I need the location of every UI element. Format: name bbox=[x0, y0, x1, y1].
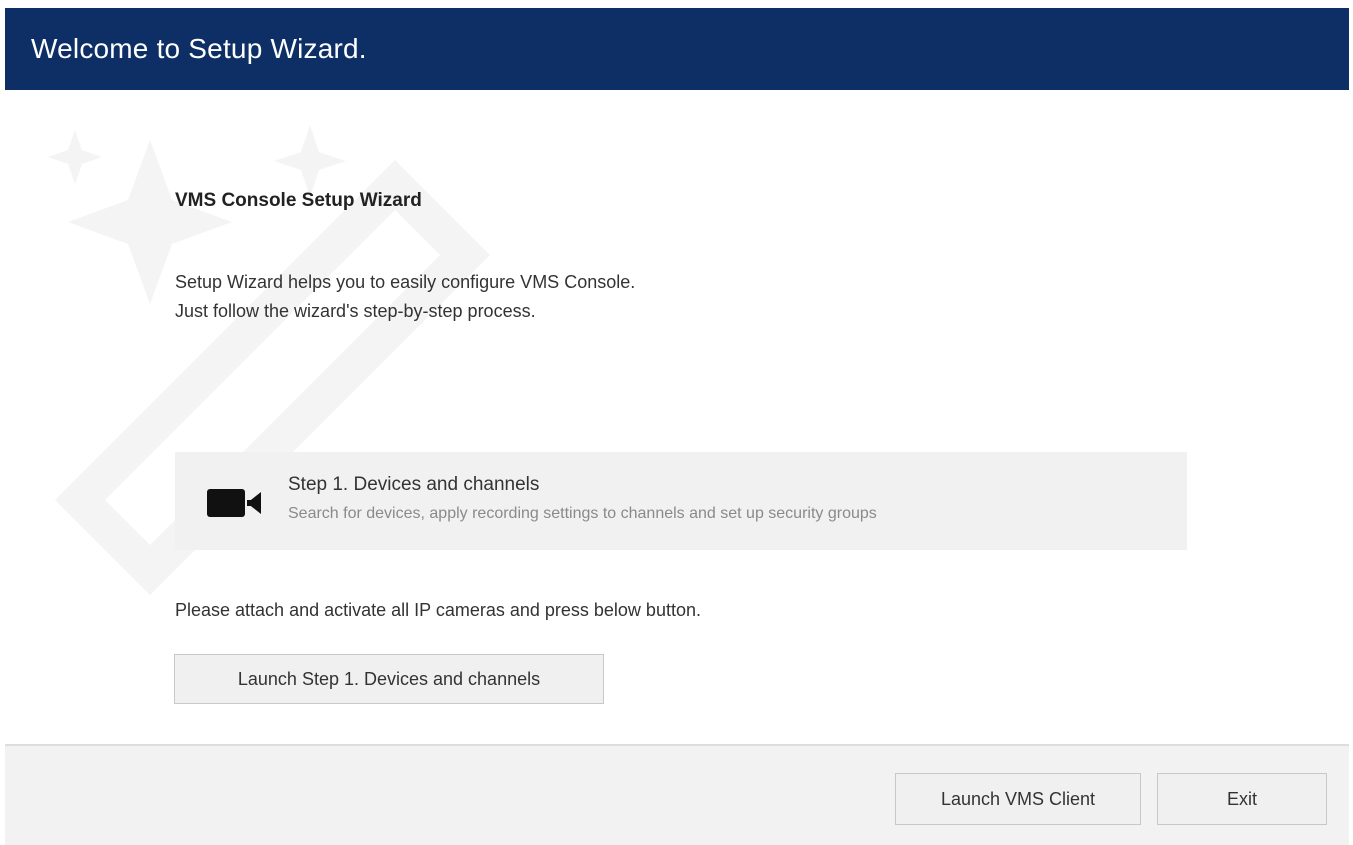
wizard-content: VMS Console Setup Wizard Setup Wizard he… bbox=[0, 90, 1353, 744]
intro-line-2: Just follow the wizard's step-by-step pr… bbox=[175, 301, 536, 321]
step-1-card: Step 1. Devices and channels Search for … bbox=[175, 452, 1187, 550]
step-description: Search for devices, apply recording sett… bbox=[288, 505, 877, 522]
setup-wizard-window: Welcome to Setup Wizard. VMS Console Set… bbox=[0, 0, 1353, 845]
launch-step-1-button[interactable]: Launch Step 1. Devices and channels bbox=[174, 654, 604, 704]
window-title: Welcome to Setup Wizard. bbox=[31, 33, 367, 64]
launch-vms-client-button[interactable]: Launch VMS Client bbox=[895, 773, 1141, 825]
video-camera-icon bbox=[207, 489, 261, 517]
instruction-text: Please attach and activate all IP camera… bbox=[175, 600, 701, 620]
page-heading: VMS Console Setup Wizard bbox=[175, 190, 422, 211]
exit-button[interactable]: Exit bbox=[1157, 773, 1327, 825]
title-bar: Welcome to Setup Wizard. bbox=[5, 8, 1349, 90]
footer-bar: Launch VMS Client Exit bbox=[5, 744, 1349, 845]
step-title: Step 1. Devices and channels bbox=[288, 474, 540, 495]
intro-text: Setup Wizard helps you to easily configu… bbox=[175, 268, 635, 326]
intro-line-1: Setup Wizard helps you to easily configu… bbox=[175, 272, 636, 292]
